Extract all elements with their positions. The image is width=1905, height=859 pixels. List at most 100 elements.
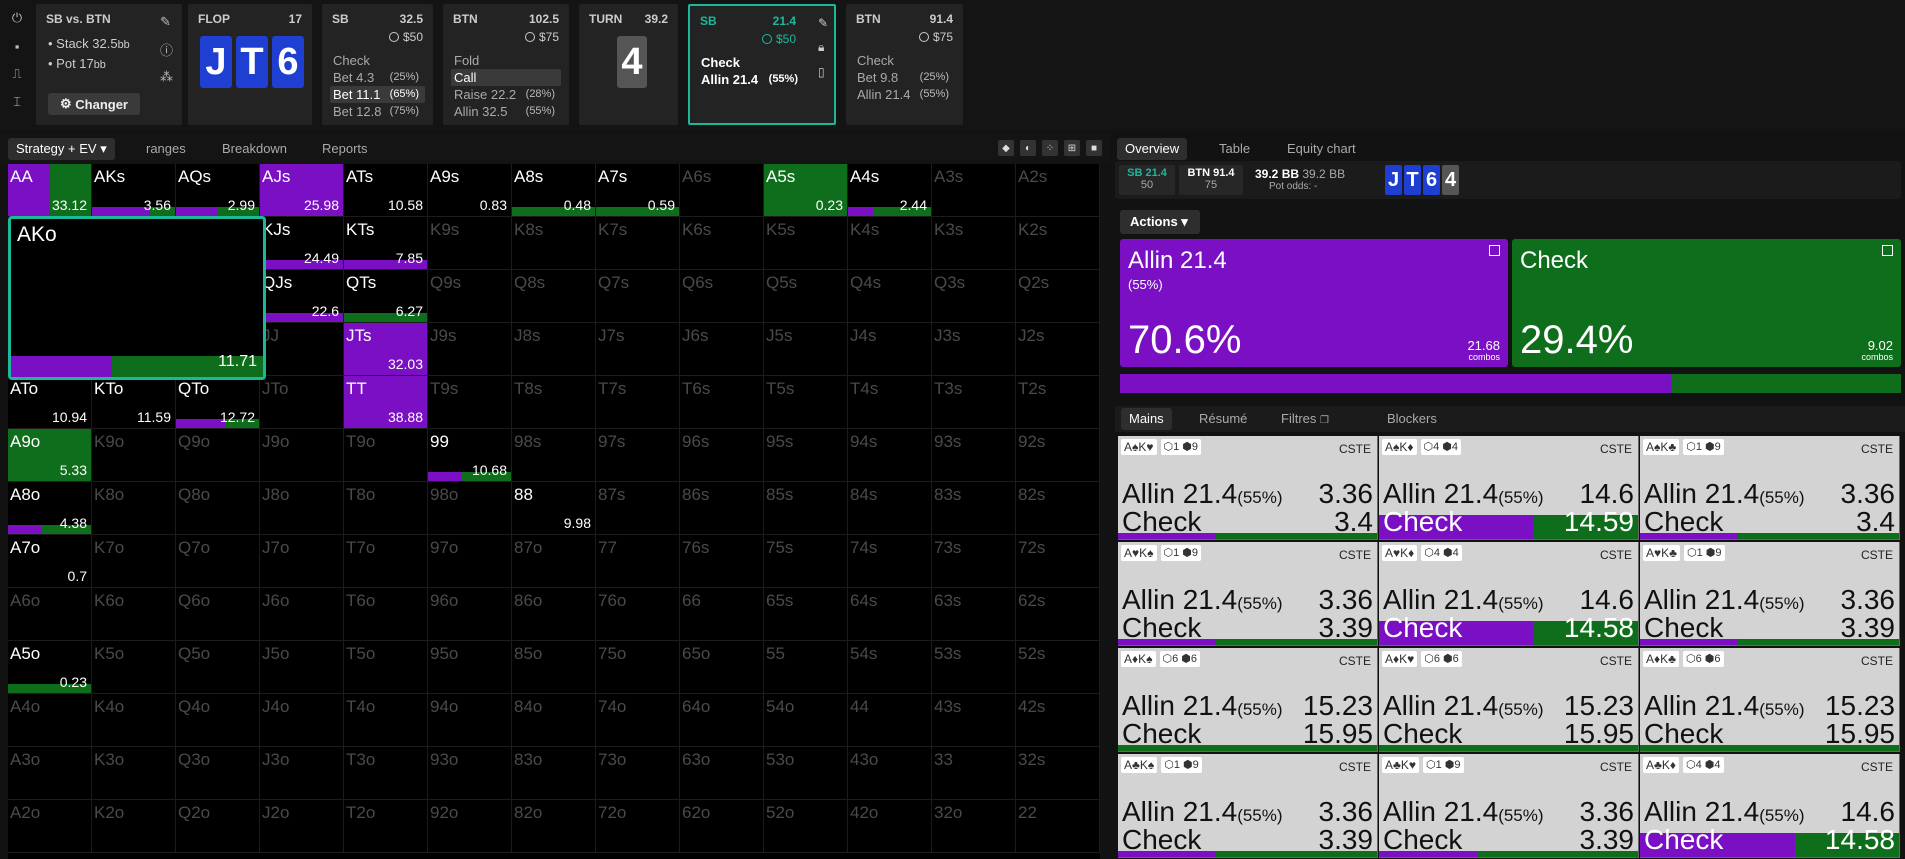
hand-cell[interactable]: K9o — [92, 429, 176, 482]
hand-cell[interactable]: J2s — [1016, 323, 1100, 376]
tab-ranges[interactable]: ranges — [138, 138, 194, 160]
hand-cell[interactable]: T7o — [344, 535, 428, 588]
flop-panel[interactable]: FLOP 17 J T 6 — [188, 4, 312, 125]
hand-cell[interactable]: K7s — [596, 217, 680, 270]
action-item-selected[interactable]: Bet 11.1 (65%) — [330, 86, 425, 103]
hand-combo-card[interactable]: A♦K♠ ⬡6 ⬢6 CSTE Allin 21.4(55%) 15.23 Check 15… — [1118, 648, 1378, 752]
hand-cell[interactable]: A8o 4.38 — [8, 482, 92, 535]
hand-cell[interactable]: T8s — [512, 376, 596, 429]
hand-cell[interactable]: 98o — [428, 482, 512, 535]
hand-cell[interactable]: T9o — [344, 429, 428, 482]
hand-cell[interactable]: JTo — [260, 376, 344, 429]
hand-cell[interactable]: J2o — [260, 800, 344, 853]
hand-cell[interactable]: 54s — [848, 641, 932, 694]
square-icon[interactable]: ■ — [1086, 140, 1102, 156]
tab-strategy-ev[interactable]: Strategy + EV ▾ — [8, 138, 115, 160]
hand-cell[interactable]: Q4s — [848, 270, 932, 323]
hand-cell[interactable]: 84o — [512, 694, 596, 747]
hand-cell[interactable]: TT 38.88 — [344, 376, 428, 429]
hand-cell[interactable]: K5o — [92, 641, 176, 694]
hand-cell[interactable]: 64o — [680, 694, 764, 747]
hand-cell[interactable]: 83s — [932, 482, 1016, 535]
hand-cell[interactable]: 92s — [1016, 429, 1100, 482]
hand-cell[interactable]: K9s — [428, 217, 512, 270]
hand-cell[interactable]: KTs 7.85 — [344, 217, 428, 270]
hand-cell[interactable]: 72o — [596, 800, 680, 853]
hand-cell[interactable]: 93s — [932, 429, 1016, 482]
pencil-icon[interactable]: ✎ — [160, 14, 173, 30]
hand-cell[interactable]: Q2o — [176, 800, 260, 853]
hand-cell[interactable]: KJs 24.49 — [260, 217, 344, 270]
hand-cell[interactable]: 32o — [932, 800, 1016, 853]
hand-cell[interactable]: T8o — [344, 482, 428, 535]
hand-cell[interactable]: K5s — [764, 217, 848, 270]
hand-cell[interactable]: Q9s — [428, 270, 512, 323]
hand-cell[interactable]: A8s 0.48 — [512, 164, 596, 217]
action-item[interactable]: Bet 12.8 (75%) — [330, 103, 425, 120]
hand-cell[interactable]: Q2s — [1016, 270, 1100, 323]
hand-combo-card[interactable]: A♠K♥ ⬡1 ⬢9 CSTE Allin 21.4(55%) 3.36 Check 3.4 — [1118, 436, 1378, 540]
power-icon[interactable]: ⏻ — [9, 10, 25, 26]
hand-cell[interactable]: T7s — [596, 376, 680, 429]
hand-cell[interactable]: T5o — [344, 641, 428, 694]
hand-cell[interactable]: 82s — [1016, 482, 1100, 535]
hand-cell[interactable]: T3s — [932, 376, 1016, 429]
hand-cell[interactable]: 92o — [428, 800, 512, 853]
action-item[interactable]: Allin 21.4 (55%) — [698, 71, 798, 88]
gamepad-icon[interactable]: ⎍ — [9, 66, 25, 82]
tab-reports[interactable]: Reports — [314, 138, 376, 160]
hand-cell[interactable]: J3o — [260, 747, 344, 800]
hand-cell[interactable]: 75o — [596, 641, 680, 694]
hand-cell[interactable]: J8o — [260, 482, 344, 535]
hand-cell[interactable]: 97s — [596, 429, 680, 482]
hand-combo-card[interactable]: A♠K♣ ⬡1 ⬢9 CSTE Allin 21.4(55%) 3.36 Check 3.4 — [1640, 436, 1900, 540]
hand-cell[interactable]: A7s 0.59 — [596, 164, 680, 217]
hand-cell[interactable]: 44 — [848, 694, 932, 747]
hand-cell[interactable]: 53o — [764, 747, 848, 800]
hand-cell[interactable]: 53s — [932, 641, 1016, 694]
hand-cell[interactable]: Q7o — [176, 535, 260, 588]
hand-cell[interactable]: K8s — [512, 217, 596, 270]
hand-cell[interactable]: 84s — [848, 482, 932, 535]
share-icon[interactable]: ⁂ — [160, 69, 173, 85]
hand-cell[interactable]: A5s 0.23 — [764, 164, 848, 217]
hand-cell[interactable]: A9s 0.83 — [428, 164, 512, 217]
hand-cell[interactable]: 83o — [512, 747, 596, 800]
hand-cell[interactable]: QJs 22.6 — [260, 270, 344, 323]
hand-cell[interactable]: Q4o — [176, 694, 260, 747]
hand-cell[interactable]: 65s — [764, 588, 848, 641]
hand-cell[interactable]: T9s — [428, 376, 512, 429]
hand-cell[interactable]: 73s — [932, 535, 1016, 588]
hand-cell[interactable]: 62o — [680, 800, 764, 853]
hand-cell[interactable]: J9o — [260, 429, 344, 482]
hand-cell[interactable]: K3s — [932, 217, 1016, 270]
hand-combo-card[interactable]: A♠K♦ ⬡4 ⬢4 CSTE Allin 21.4(55%) 14.6 Check 14.… — [1379, 436, 1639, 540]
action-item[interactable]: Fold — [451, 52, 561, 69]
action-item[interactable]: Raise 22.2 (28%) — [451, 86, 561, 103]
action-item[interactable]: Check — [854, 52, 955, 69]
hand-cell[interactable]: 73o — [596, 747, 680, 800]
hand-cell[interactable]: 52s — [1016, 641, 1100, 694]
hand-cell[interactable]: K4o — [92, 694, 176, 747]
hand-cell[interactable]: Q8o — [176, 482, 260, 535]
hand-cell[interactable]: T2s — [1016, 376, 1100, 429]
hand-cell[interactable]: Q3s — [932, 270, 1016, 323]
hand-cell[interactable]: 86o — [512, 588, 596, 641]
action-item[interactable]: Check — [330, 52, 425, 69]
expand-icon[interactable] — [1489, 245, 1500, 256]
hand-cell[interactable]: A5o 0.23 — [8, 641, 92, 694]
action-item[interactable]: Allin 32.5 (55%) — [451, 103, 561, 120]
hand-cell[interactable]: A9o 5.33 — [8, 429, 92, 482]
hand-cell[interactable]: Q9o — [176, 429, 260, 482]
hand-cell[interactable]: K7o — [92, 535, 176, 588]
hand-cell[interactable]: T5s — [764, 376, 848, 429]
hand-cell[interactable]: K4s — [848, 217, 932, 270]
hand-cell[interactable]: JTs 32.03 — [344, 323, 428, 376]
hand-cell[interactable]: Q8s — [512, 270, 596, 323]
hand-cell[interactable]: J4o — [260, 694, 344, 747]
hand-cell[interactable]: 88 9.98 — [512, 482, 596, 535]
hand-cell[interactable]: 95o — [428, 641, 512, 694]
pencil-icon[interactable]: ✎ — [818, 16, 828, 30]
tab-table[interactable]: Table — [1211, 138, 1258, 160]
hand-cell[interactable]: 95s — [764, 429, 848, 482]
